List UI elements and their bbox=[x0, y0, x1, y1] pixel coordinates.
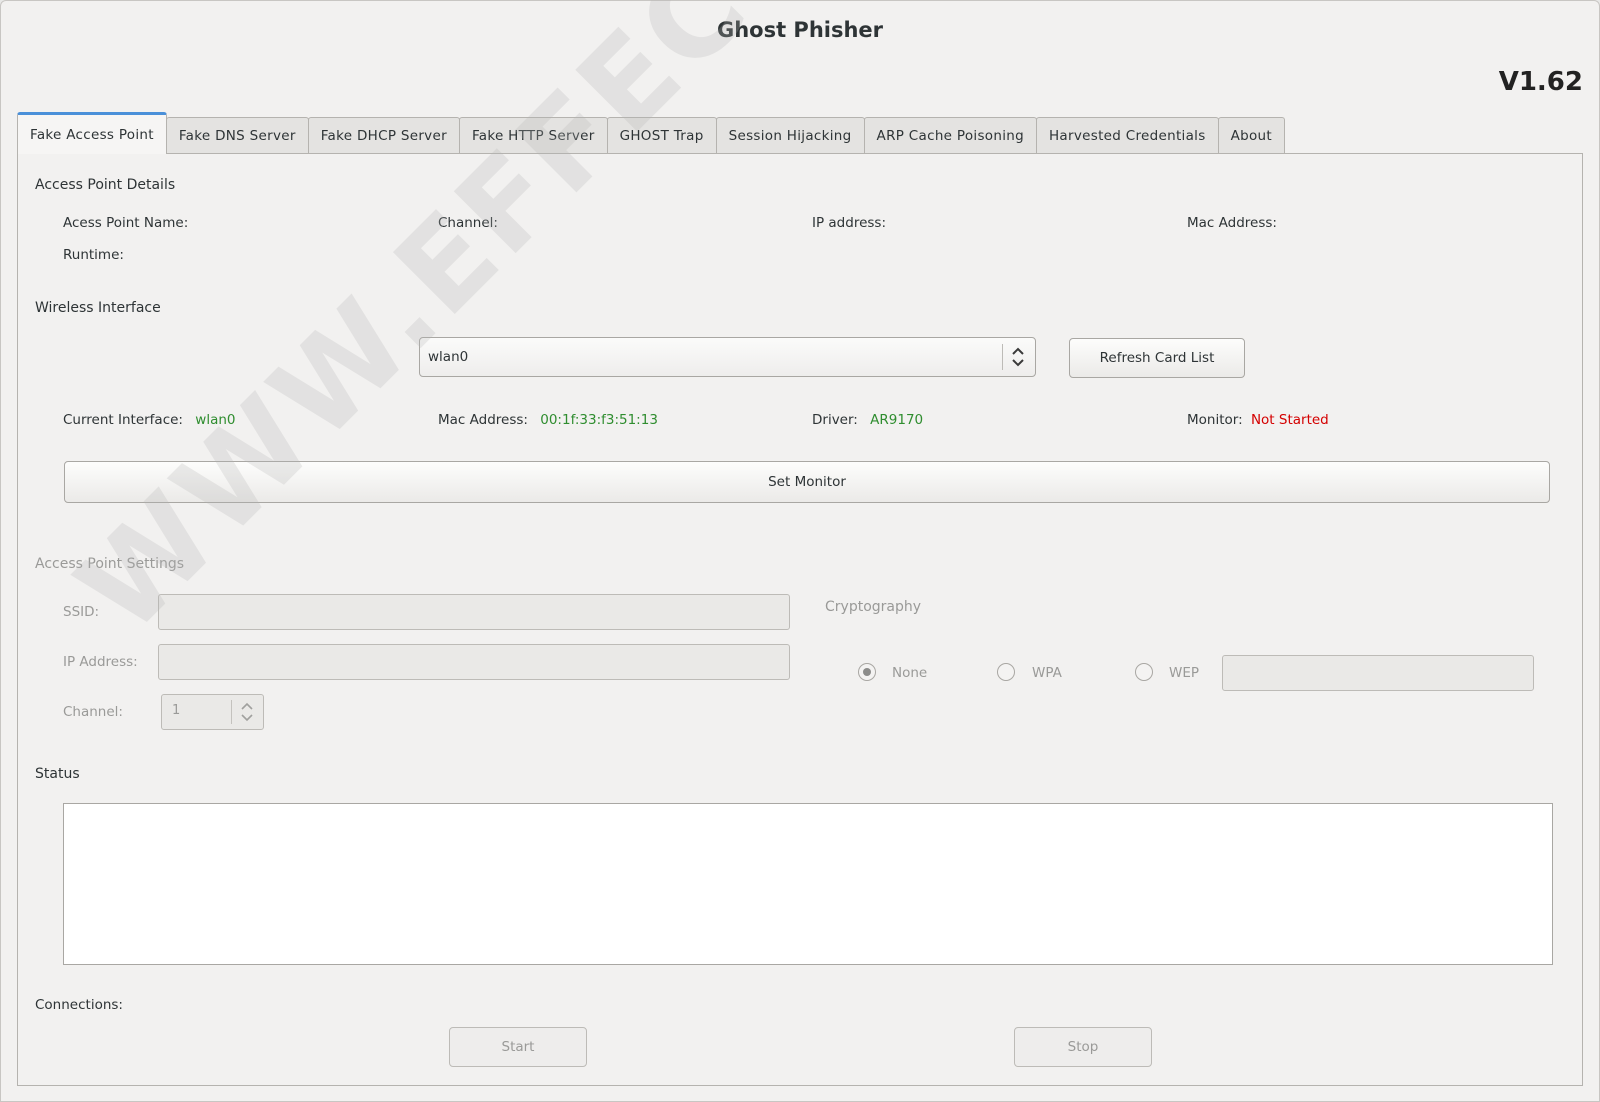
crypto-none-radio[interactable] bbox=[858, 663, 876, 681]
driver-label: Driver: bbox=[812, 412, 858, 428]
ap-details-title: Access Point Details bbox=[35, 177, 176, 193]
crypto-wpa-label: WPA bbox=[1032, 665, 1062, 681]
interface-select[interactable]: wlan0 bbox=[419, 337, 1036, 377]
monitor-row: Monitor: Not Started bbox=[1187, 412, 1329, 428]
ap-runtime-label: Runtime: bbox=[63, 247, 124, 263]
spinner-arrows-icon[interactable] bbox=[238, 699, 256, 725]
ap-name-label: Acess Point Name: bbox=[63, 215, 189, 231]
status-log[interactable] bbox=[63, 803, 1553, 965]
ap-ip-label: IP address: bbox=[812, 215, 886, 231]
radio-selected-dot bbox=[863, 668, 871, 676]
version-label: V1.62 bbox=[1498, 67, 1583, 97]
tab-fake-access-point[interactable]: Fake Access Point bbox=[17, 112, 167, 154]
start-button[interactable]: Start bbox=[449, 1027, 587, 1067]
current-interface-label: Current Interface: bbox=[63, 412, 183, 428]
mac-address-row: Mac Address: 00:1f:33:f3:51:13 bbox=[438, 412, 658, 428]
driver-row: Driver: AR9170 bbox=[812, 412, 923, 428]
ip-address-input[interactable] bbox=[158, 644, 790, 680]
window-title: Ghost Phisher bbox=[716, 18, 884, 42]
combo-separator bbox=[1002, 344, 1003, 370]
tab-harvested-credentials[interactable]: Harvested Credentials bbox=[1035, 117, 1219, 153]
interface-select-value: wlan0 bbox=[428, 349, 469, 365]
tab-bar: Fake Access Point Fake DNS Server Fake D… bbox=[17, 111, 1285, 154]
tab-fake-http-server[interactable]: Fake HTTP Server bbox=[458, 117, 608, 153]
current-interface-row: Current Interface: wlan0 bbox=[63, 412, 236, 428]
tab-about[interactable]: About bbox=[1217, 117, 1285, 153]
wireless-interface-title: Wireless Interface bbox=[35, 300, 161, 316]
tab-arp-cache-poisoning[interactable]: ARP Cache Poisoning bbox=[863, 117, 1037, 153]
stop-button[interactable]: Stop bbox=[1014, 1027, 1152, 1067]
up-down-arrows-icon bbox=[1012, 347, 1024, 367]
connections-label: Connections: bbox=[35, 997, 123, 1013]
app-window: Ghost Phisher V1.62 Fake Access Point Fa… bbox=[0, 0, 1600, 1102]
tab-fake-dhcp-server[interactable]: Fake DHCP Server bbox=[307, 117, 460, 153]
set-monitor-button[interactable]: Set Monitor bbox=[64, 461, 1550, 503]
tab-fake-dns-server[interactable]: Fake DNS Server bbox=[165, 117, 309, 153]
mac-address-value: 00:1f:33:f3:51:13 bbox=[540, 412, 658, 428]
tab-session-hijacking[interactable]: Session Hijacking bbox=[715, 117, 865, 153]
monitor-status-value: Not Started bbox=[1250, 412, 1329, 428]
tab-ghost-trap[interactable]: GHOST Trap bbox=[606, 117, 717, 153]
ip-address-label: IP Address: bbox=[63, 654, 138, 670]
ap-settings-title: Access Point Settings bbox=[35, 556, 185, 572]
mac-address-label: Mac Address: bbox=[438, 412, 528, 428]
crypto-wpa-radio[interactable] bbox=[997, 663, 1015, 681]
crypto-key-input[interactable] bbox=[1222, 655, 1534, 691]
refresh-card-list-button[interactable]: Refresh Card List bbox=[1069, 338, 1245, 378]
channel-spinner[interactable]: 1 bbox=[161, 694, 264, 730]
crypto-wep-radio[interactable] bbox=[1135, 663, 1153, 681]
spinner-separator bbox=[231, 700, 232, 724]
status-title: Status bbox=[35, 766, 80, 782]
crypto-wep-label: WEP bbox=[1169, 665, 1200, 681]
channel-spinner-value: 1 bbox=[172, 703, 181, 718]
driver-value: AR9170 bbox=[870, 412, 924, 428]
monitor-label: Monitor: bbox=[1187, 412, 1243, 428]
channel-label: Channel: bbox=[63, 704, 123, 720]
ssid-label: SSID: bbox=[63, 604, 100, 620]
ap-channel-label: Channel: bbox=[438, 215, 498, 231]
cryptography-title: Cryptography bbox=[825, 599, 922, 615]
current-interface-value: wlan0 bbox=[195, 412, 236, 428]
crypto-none-label: None bbox=[892, 665, 928, 681]
ssid-input[interactable] bbox=[158, 594, 790, 630]
ap-mac-label: Mac Address: bbox=[1187, 215, 1277, 231]
